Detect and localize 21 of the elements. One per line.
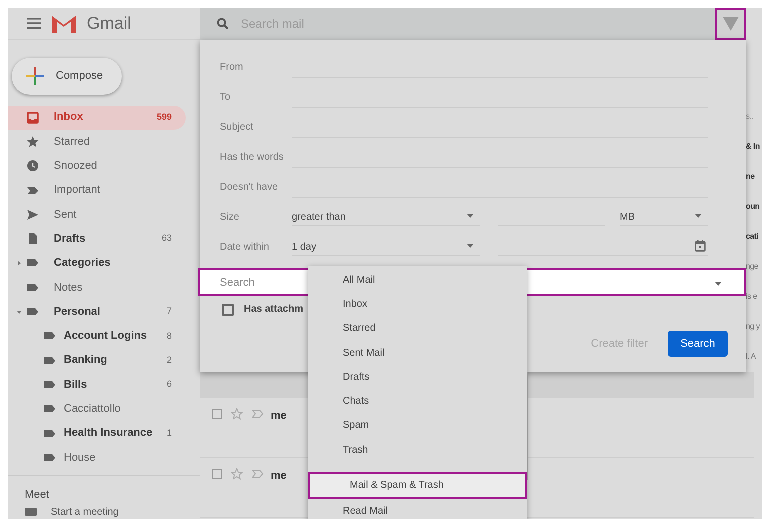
- email-snippet: l. A: [746, 351, 758, 363]
- section-heading: Meet: [25, 488, 50, 503]
- field-label: Subject: [219, 120, 254, 134]
- field-label: To: [219, 90, 232, 104]
- checkbox-label: Has attachm: [244, 303, 304, 317]
- email-snippet: is e: [746, 291, 758, 303]
- logo-text: Gmail: [87, 12, 132, 35]
- field-label: Size: [219, 210, 240, 224]
- field-label: From: [219, 60, 244, 74]
- sender-name: me: [271, 469, 287, 484]
- email-snippet: ng y: [746, 321, 762, 333]
- email-snippet: s..: [746, 111, 755, 123]
- field-label: Doesn't have: [219, 180, 280, 194]
- email-snippet: cati: [746, 231, 760, 243]
- email-snippet: & In: [746, 141, 761, 153]
- sender-name: me: [271, 409, 287, 424]
- field-label: Date within: [219, 240, 270, 254]
- email-snippet: nge: [746, 261, 760, 273]
- field-label: Has the words: [219, 150, 285, 164]
- email-snippet: ne: [746, 171, 756, 183]
- email-snippet: oun: [746, 201, 761, 213]
